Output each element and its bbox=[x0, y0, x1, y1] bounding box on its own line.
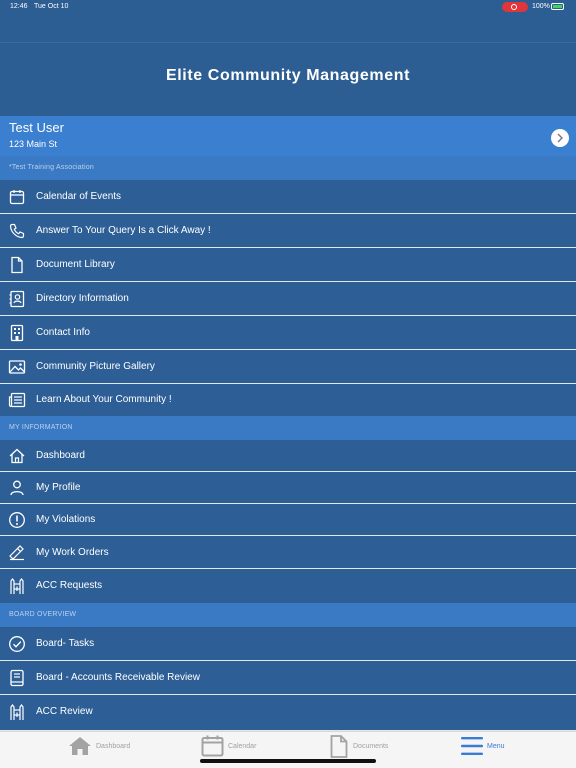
menu-item-label: Learn About Your Community ! bbox=[36, 394, 172, 405]
phone-icon bbox=[8, 222, 26, 240]
tab-label: Calendar bbox=[228, 743, 257, 750]
section-header-board-overview: BOARD OVERVIEW bbox=[0, 603, 576, 627]
contact-card-icon bbox=[8, 290, 26, 308]
alert-circle-icon bbox=[8, 511, 26, 529]
page-title: Elite Community Management bbox=[165, 67, 411, 84]
menu-item-contact[interactable]: Contact Info bbox=[0, 316, 576, 350]
menu-item-directory[interactable]: Directory Information bbox=[0, 282, 576, 316]
menu-item-label: Board - Accounts Receivable Review bbox=[36, 672, 200, 683]
hammer-icon bbox=[8, 543, 26, 561]
calendar-icon bbox=[201, 735, 224, 762]
ledger-icon bbox=[8, 669, 26, 687]
menu-item-label: Board- Tasks bbox=[36, 638, 95, 649]
screen-recording-icon bbox=[502, 2, 528, 12]
menu-item-label: ACC Requests bbox=[36, 580, 103, 591]
tab-label: Dashboard bbox=[96, 743, 131, 750]
document-icon bbox=[8, 256, 26, 274]
home-indicator[interactable] bbox=[200, 759, 376, 763]
menu-item-label: Calendar of Events bbox=[36, 191, 122, 202]
menu-item-label: My Violations bbox=[36, 514, 96, 525]
menu-item-calendar[interactable]: Calendar of Events bbox=[0, 180, 576, 214]
menu-item-my-profile[interactable]: My Profile bbox=[0, 472, 576, 504]
battery-icon bbox=[551, 3, 564, 10]
menu-item-label: Directory Information bbox=[36, 293, 129, 304]
menu-icon bbox=[461, 736, 483, 761]
menu-item-learn[interactable]: Learn About Your Community ! bbox=[0, 384, 576, 416]
menu-item-acc-review[interactable]: ACC Review bbox=[0, 695, 576, 731]
person-icon bbox=[8, 479, 26, 497]
association-name: *Test Training Association bbox=[0, 156, 576, 180]
menu-item-board-tasks[interactable]: Board- Tasks bbox=[0, 627, 576, 661]
menu-item-label: My Work Orders bbox=[36, 547, 109, 558]
menu-item-documents[interactable]: Document Library bbox=[0, 248, 576, 282]
tab-label: Menu bbox=[487, 743, 505, 750]
menu-item-gallery[interactable]: Community Picture Gallery bbox=[0, 350, 576, 384]
user-card[interactable]: Test User 123 Main St bbox=[0, 116, 576, 156]
user-name: Test User bbox=[9, 120, 64, 135]
menu-item-label: Community Picture Gallery bbox=[36, 361, 155, 372]
newspaper-icon bbox=[8, 391, 26, 409]
section-header-my-information: MY INFORMATION bbox=[0, 416, 576, 440]
menu-item-label: Document Library bbox=[36, 259, 115, 270]
status-time: 12:46 bbox=[10, 3, 28, 10]
home-icon bbox=[68, 736, 92, 761]
app-header: Elite Community Management bbox=[0, 0, 576, 116]
home-icon bbox=[8, 447, 26, 465]
tab-dashboard[interactable]: Dashboard bbox=[68, 732, 138, 768]
menu-item-label: Contact Info bbox=[36, 327, 90, 338]
tab-menu[interactable]: Menu bbox=[461, 732, 521, 768]
menu-item-label: Dashboard bbox=[36, 450, 85, 461]
menu-item-label: My Profile bbox=[36, 482, 81, 493]
check-circle-icon bbox=[8, 635, 26, 653]
menu-item-my-violations[interactable]: My Violations bbox=[0, 504, 576, 536]
menu-item-my-work-orders[interactable]: My Work Orders bbox=[0, 536, 576, 569]
battery-percentage: 100% bbox=[532, 3, 550, 10]
status-date: Tue Oct 10 bbox=[34, 3, 69, 10]
menu-item-dashboard[interactable]: Dashboard bbox=[0, 440, 576, 472]
building-icon bbox=[8, 324, 26, 342]
menu-item-label: Answer To Your Query Is a Click Away ! bbox=[36, 225, 211, 236]
fence-icon bbox=[8, 703, 26, 721]
menu-item-accounts-receivable[interactable]: Board - Accounts Receivable Review bbox=[0, 661, 576, 695]
chevron-right-icon[interactable] bbox=[551, 129, 569, 147]
menu-item-label: ACC Review bbox=[36, 706, 93, 717]
tab-label: Documents bbox=[353, 743, 389, 750]
menu-item-acc-requests[interactable]: ACC Requests bbox=[0, 569, 576, 603]
calendar-icon bbox=[8, 188, 26, 206]
menu-item-query[interactable]: Answer To Your Query Is a Click Away ! bbox=[0, 214, 576, 248]
fence-icon bbox=[8, 577, 26, 595]
image-icon bbox=[8, 358, 26, 376]
user-address: 123 Main St bbox=[9, 139, 58, 149]
system-status: 12:46 Tue Oct 10 100% bbox=[0, 0, 576, 14]
